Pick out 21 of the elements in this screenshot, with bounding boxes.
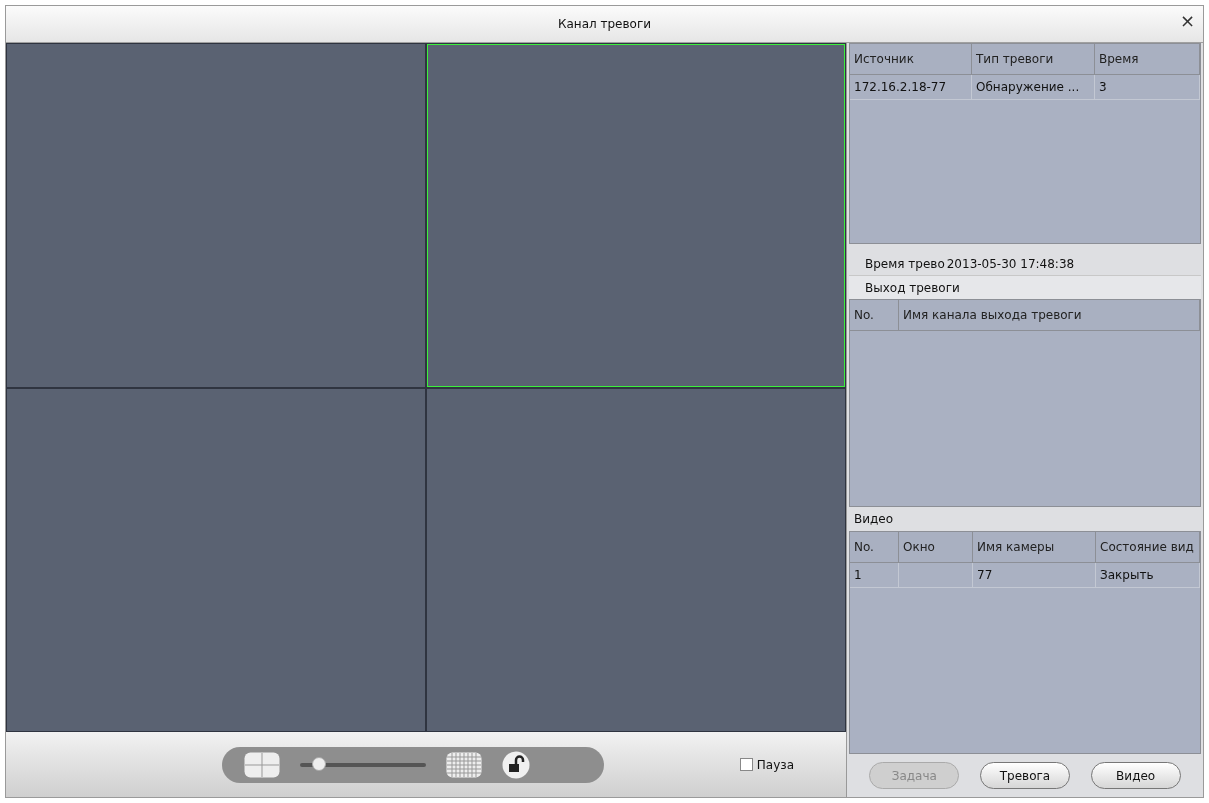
table-cell-text: Обнаружение ... xyxy=(976,79,1080,96)
section-title: Видео xyxy=(854,511,894,528)
pause-checkbox[interactable]: Пауза xyxy=(739,755,794,774)
unlocked-padlock-icon[interactable] xyxy=(502,750,530,779)
alarm-time-label: Время трево xyxy=(865,256,945,273)
window-title: Канал тревоги xyxy=(557,16,652,33)
table-cell-text: 3 xyxy=(1099,79,1107,96)
table-cell-text: 77 xyxy=(977,567,993,584)
slider-thumb[interactable] xyxy=(311,756,326,771)
section-title: Выход тревоги xyxy=(865,279,960,297)
grid-layout-icon[interactable] xyxy=(446,751,482,778)
action-button[interactable]: Тревога xyxy=(980,762,1070,789)
action-button[interactable]: Видео xyxy=(1090,762,1181,789)
alarm-time-value: 2013-05-30 17:48:38 xyxy=(946,256,1075,273)
table-cell-text: 172.16.2.18-77 xyxy=(854,79,947,96)
column-header[interactable]: Тип тревоги xyxy=(972,44,1095,74)
zoom-slider[interactable] xyxy=(300,756,426,773)
table-cell-text: Закрыть xyxy=(1100,567,1154,584)
close-button[interactable]: × xyxy=(1179,12,1195,30)
quad-layout-icon[interactable] xyxy=(244,751,280,778)
table-cell-text: 1 xyxy=(854,567,862,584)
